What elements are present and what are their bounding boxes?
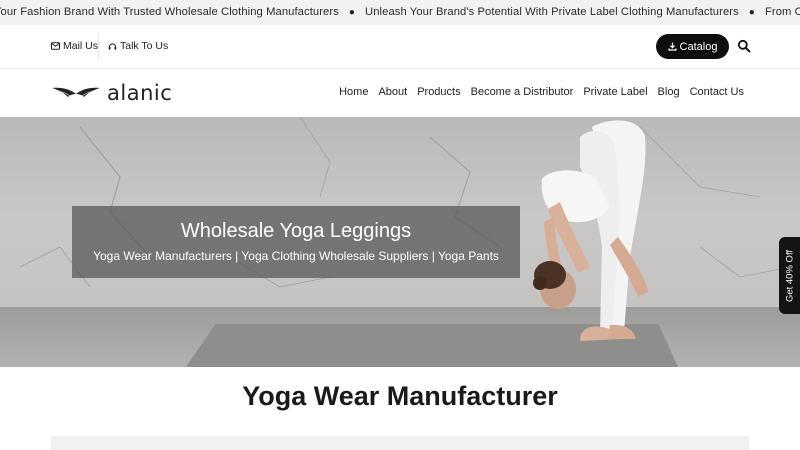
hero-banner: Wholesale Yoga Leggings Yoga Wear Manufa… [0, 117, 800, 367]
utility-bar: Mail Us Talk To Us Catalog [0, 25, 800, 69]
ticker-separator: ● [748, 7, 755, 18]
section-title: Yoga Wear Manufacturer [242, 381, 558, 411]
main-navbar: alanic Home About Products Become a Dist… [0, 70, 800, 117]
mail-us-link[interactable]: Mail Us [51, 40, 98, 52]
nav-item-contact-us[interactable]: Contact Us [690, 86, 744, 98]
utility-divider [98, 35, 99, 59]
headset-icon [108, 42, 117, 50]
download-icon [667, 42, 677, 51]
nav-menu: Home About Products Become a Distributor… [339, 86, 744, 98]
nav-item-blog[interactable]: Blog [658, 86, 680, 98]
hero-caption-box: Wholesale Yoga Leggings Yoga Wear Manufa… [72, 206, 520, 278]
ticker-track: Your Fashion Brand With Trusted Wholesal… [0, 6, 800, 18]
hero-subtitle: Yoga Wear Manufacturers | Yoga Clothing … [93, 249, 499, 263]
mail-us-label: Mail Us [63, 40, 99, 52]
yoga-model-figure [533, 120, 648, 341]
ticker-item: Your Fashion Brand With Trusted Wholesal… [0, 6, 339, 18]
talk-to-us-link[interactable]: Talk To Us [108, 40, 168, 52]
search-icon[interactable] [737, 39, 751, 53]
ticker-item: From Concept To Creatio [764, 6, 800, 18]
ticker-item: Unleash Your Brand's Potential With Priv… [365, 6, 739, 18]
talk-to-us-label: Talk To Us [120, 40, 169, 52]
nav-item-home[interactable]: Home [339, 86, 368, 98]
catalog-label: Catalog [679, 40, 718, 53]
promo-label: Get 40% Off [784, 249, 795, 302]
hero-title: Wholesale Yoga Leggings [180, 220, 412, 242]
catalog-button[interactable]: Catalog [656, 34, 729, 59]
envelope-icon [51, 42, 60, 50]
logo-text: alanic [107, 81, 173, 105]
nav-item-become-distributor[interactable]: Become a Distributor [471, 86, 574, 98]
ticker-separator: ● [348, 7, 356, 18]
brand-logo[interactable]: alanic [51, 81, 172, 105]
nav-item-products[interactable]: Products [417, 86, 460, 98]
wings-icon [52, 87, 100, 97]
nav-item-private-label[interactable]: Private Label [583, 86, 647, 98]
promo-side-tab[interactable]: Get 40% Off [779, 237, 800, 314]
section-content-strip [51, 436, 749, 450]
announcement-ticker: Your Fashion Brand With Trusted Wholesal… [0, 0, 800, 25]
nav-item-about[interactable]: About [378, 86, 407, 98]
